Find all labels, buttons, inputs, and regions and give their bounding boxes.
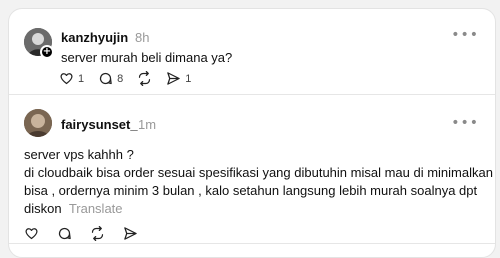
follow-plus-badge[interactable]: + xyxy=(40,45,54,59)
heart-icon xyxy=(60,73,73,85)
post-text-line: server vps kahhh ? xyxy=(24,147,134,162)
username[interactable]: fairysunset_ xyxy=(61,117,138,132)
post-text-line: bisa , ordernya minim 3 bulan , kalo set… xyxy=(24,183,478,198)
reply-count: 8 xyxy=(117,72,124,85)
repost-icon xyxy=(91,226,104,241)
repost-icon xyxy=(139,71,151,86)
timestamp: 8h xyxy=(135,30,150,45)
post-text-line: di cloudbaik bisa order sesuai spesifika… xyxy=(24,165,493,180)
post-divider xyxy=(9,243,495,244)
post-text-line: diskon xyxy=(24,201,62,216)
comment-icon xyxy=(58,227,71,240)
share-button[interactable] xyxy=(123,226,138,241)
like-count: 1 xyxy=(78,72,85,85)
share-button[interactable]: 1 xyxy=(166,71,191,86)
send-icon xyxy=(167,72,180,85)
more-options-icon[interactable]: ••• xyxy=(451,115,479,131)
heart-icon xyxy=(25,228,38,240)
reply-button[interactable] xyxy=(57,226,72,241)
comment-icon xyxy=(100,72,112,85)
reply-button[interactable]: 8 xyxy=(98,71,123,86)
username[interactable]: kanzhyujin xyxy=(61,30,128,45)
like-button[interactable] xyxy=(24,226,39,241)
more-options-icon[interactable]: ••• xyxy=(451,27,479,43)
like-button[interactable]: 1 xyxy=(59,71,84,86)
timestamp: 1m xyxy=(138,117,157,132)
post-kanzhyujin[interactable]: + kanzhyujin 8h ••• server murah beli di… xyxy=(9,9,495,94)
post-text-line-last: diskon Translate xyxy=(24,200,493,218)
post-actions: 1 8 1 xyxy=(59,71,205,86)
share-count: 1 xyxy=(185,72,192,85)
repost-button[interactable] xyxy=(90,226,105,241)
avatar[interactable] xyxy=(24,109,52,137)
post-fairysunset[interactable]: fairysunset_ 1m ••• server vps kahhh ? d… xyxy=(9,95,495,245)
send-icon xyxy=(124,227,137,240)
post-text: server murah beli dimana ya? xyxy=(61,50,233,65)
post-text: server vps kahhh ? di cloudbaik bisa ord… xyxy=(24,146,493,218)
repost-button[interactable] xyxy=(137,71,152,86)
thread-card: + kanzhyujin 8h ••• server murah beli di… xyxy=(8,8,496,258)
post-actions xyxy=(24,226,152,241)
translate-link[interactable]: Translate xyxy=(69,201,123,216)
